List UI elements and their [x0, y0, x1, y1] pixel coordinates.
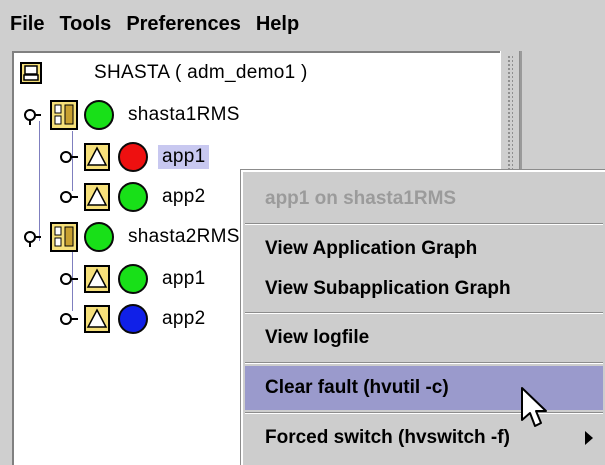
- tree-node-row[interactable]: shasta2RMS: [24, 219, 240, 255]
- application-warning-icon: [84, 305, 110, 333]
- status-offline-icon: [118, 304, 148, 334]
- tree-app-label: app1: [158, 145, 210, 169]
- tree-node-label: shasta2RMS: [128, 226, 240, 247]
- expand-handle-icon[interactable]: [60, 187, 86, 207]
- context-menu: app1 on shasta1RMS View Application Grap…: [241, 170, 605, 465]
- tree-app-row[interactable]: app1: [60, 139, 210, 175]
- node-icon: [50, 222, 78, 252]
- node-icon: [50, 100, 78, 130]
- application-window: File Tools Preferences Help SHASTA ( adm…: [0, 0, 605, 465]
- application-warning-icon: [84, 183, 110, 211]
- menu-file[interactable]: File: [10, 13, 44, 36]
- tree-app-label: app2: [162, 308, 206, 329]
- expand-handle-icon[interactable]: [60, 147, 86, 167]
- menu-bar: File Tools Preferences Help: [0, 0, 605, 48]
- status-online-icon: [84, 100, 114, 130]
- mouse-pointer-icon: [521, 387, 547, 427]
- status-online-icon: [118, 182, 148, 212]
- menu-separator: [245, 223, 603, 225]
- menu-item-view-subapplication-graph[interactable]: View Subapplication Graph: [245, 267, 603, 311]
- status-faulted-icon: [118, 142, 148, 172]
- tree-node-row[interactable]: shasta1RMS: [24, 97, 240, 133]
- menu-item-clear-fault[interactable]: Clear fault (hvutil -c): [245, 366, 603, 410]
- status-online-icon: [84, 222, 114, 252]
- tree-node-label: shasta1RMS: [128, 104, 240, 125]
- tree-app-label: app1: [162, 268, 206, 289]
- status-online-icon: [118, 264, 148, 294]
- context-menu-header: app1 on shasta1RMS: [265, 188, 457, 209]
- menu-item-view-logfile[interactable]: View logfile: [245, 316, 603, 360]
- menu-item-view-application-graph[interactable]: View Application Graph: [245, 227, 603, 271]
- tree-app-row[interactable]: app2: [60, 301, 205, 337]
- application-warning-icon: [84, 143, 110, 171]
- expand-handle-icon[interactable]: [60, 269, 86, 289]
- application-warning-icon: [84, 265, 110, 293]
- cluster-icon: [20, 62, 42, 84]
- expand-handle-icon[interactable]: [60, 309, 86, 329]
- menu-separator: [245, 362, 603, 364]
- submenu-arrow-icon: [585, 431, 593, 445]
- menu-item-forced-switch-label: Forced switch (hvswitch -f): [265, 427, 510, 448]
- menu-help[interactable]: Help: [256, 13, 299, 36]
- tree-app-label: app2: [162, 186, 206, 207]
- menu-preferences[interactable]: Preferences: [126, 13, 241, 36]
- tree-app-row[interactable]: app2: [60, 179, 205, 215]
- menu-tools[interactable]: Tools: [59, 13, 111, 36]
- menu-separator: [245, 312, 603, 314]
- menu-separator: [245, 412, 603, 414]
- tree-root-label: SHASTA ( adm_demo1 ): [94, 62, 308, 83]
- menu-item-forced-switch[interactable]: Forced switch (hvswitch -f): [245, 416, 603, 460]
- tree-app-row[interactable]: app1: [60, 261, 205, 297]
- tree-root-row[interactable]: SHASTA ( adm_demo1 ): [20, 55, 308, 91]
